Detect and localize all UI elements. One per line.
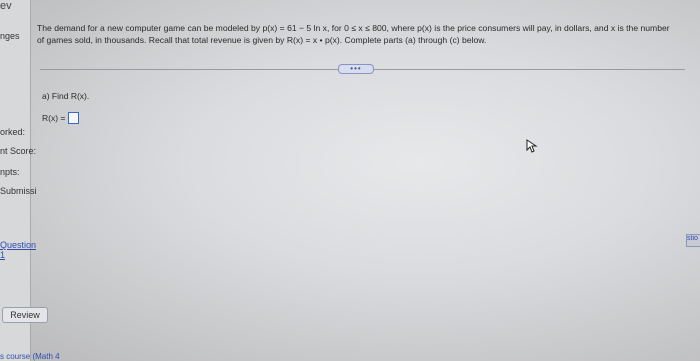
more-button[interactable]: ••• xyxy=(338,64,374,74)
answer-prefix: R(x) = xyxy=(42,113,66,123)
changes-label: nges xyxy=(0,31,20,41)
sidebar: ev nges orked: nt Score: npts: Submissi … xyxy=(0,0,60,361)
mouse-cursor-icon xyxy=(526,139,538,153)
worked-label: orked: xyxy=(0,127,26,137)
answer-row: R(x) = xyxy=(42,112,80,124)
answer-input[interactable] xyxy=(68,112,80,124)
attempts-label: npts: xyxy=(0,167,20,177)
question-panel: The demand for a new computer game can b… xyxy=(30,0,688,361)
screen: ev nges orked: nt Score: npts: Submissi … xyxy=(0,0,700,361)
more-dots-icon: ••• xyxy=(350,64,362,73)
problem-statement: The demand for a new computer game can b… xyxy=(37,23,670,45)
part-a-label: a) Find R(x). xyxy=(42,91,90,101)
top-tab-label: ev xyxy=(0,0,12,12)
question-tab-right[interactable]: stio xyxy=(686,234,700,247)
